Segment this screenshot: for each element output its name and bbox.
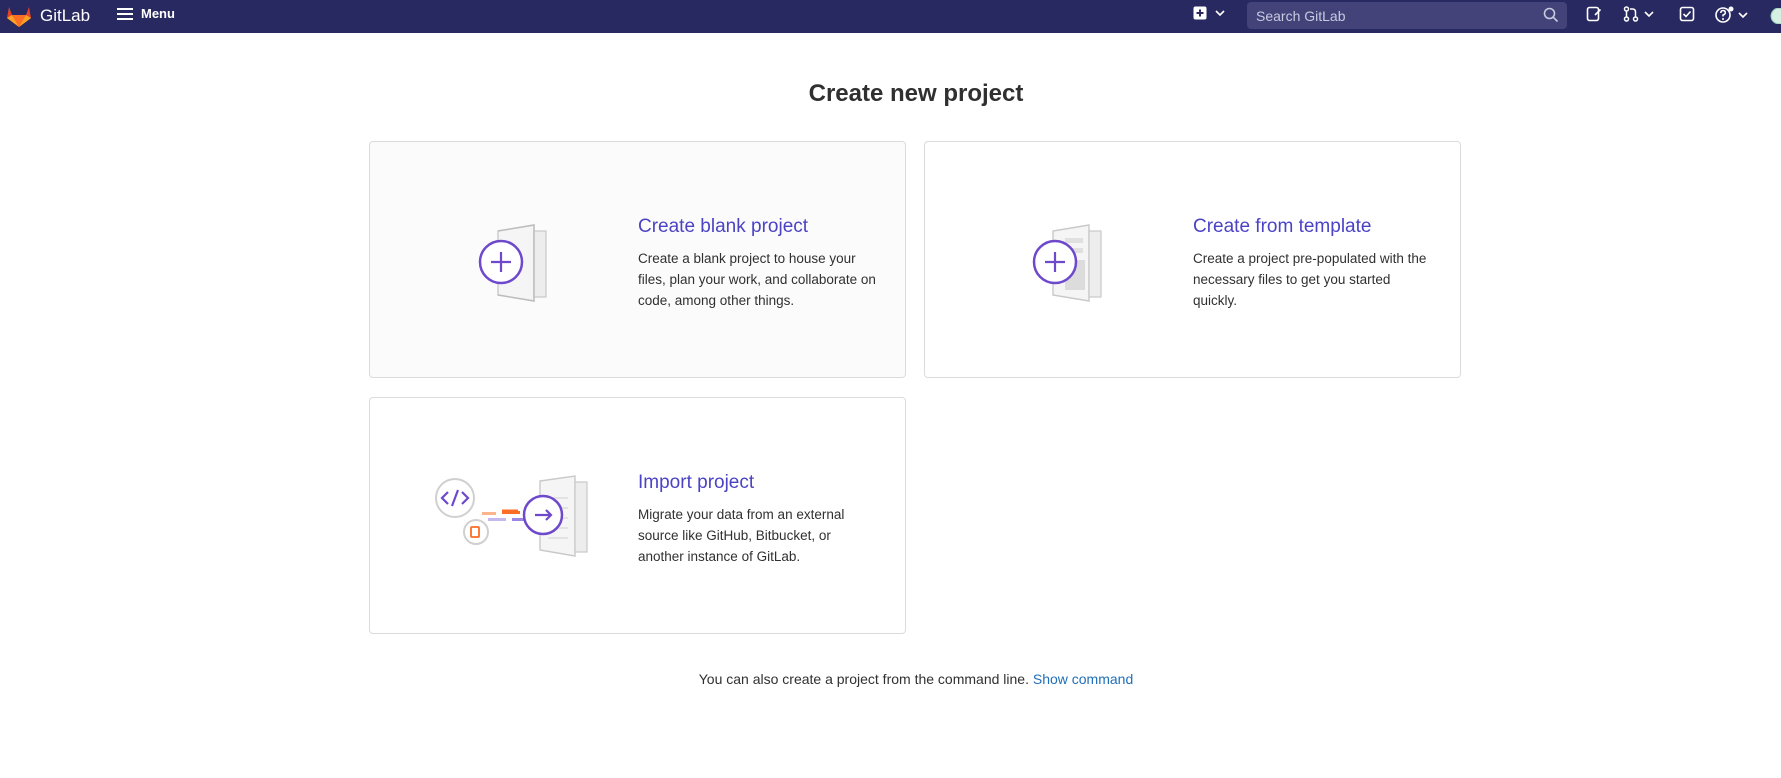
search-input[interactable]	[1247, 6, 1538, 25]
import-project-illustration	[435, 475, 588, 557]
new-item-dropdown[interactable]	[1193, 6, 1225, 20]
avatar[interactable]	[1769, 8, 1781, 24]
page-title: Create new project	[808, 80, 1024, 107]
chevron-down-icon	[1215, 10, 1225, 17]
gitlab-home-link[interactable]: GitLab	[6, 4, 90, 28]
issues-icon	[1586, 6, 1602, 22]
hamburger-icon	[117, 7, 133, 20]
import-project-text: Import project Migrate your data from an…	[638, 472, 878, 567]
chevron-down-icon	[1644, 11, 1654, 18]
template-project-illustration	[1032, 224, 1102, 302]
blank-project-illustration	[478, 224, 547, 302]
create-blank-project-card[interactable]: Create blank project Create a blank proj…	[369, 141, 906, 378]
todo-icon	[1679, 6, 1695, 22]
merge-requests-icon	[1623, 6, 1639, 22]
import-project-description: Migrate your data from an external sourc…	[638, 507, 845, 564]
brand-name: GitLab	[40, 6, 91, 25]
todo-button[interactable]	[1679, 6, 1695, 22]
help-dropdown[interactable]	[1715, 6, 1748, 24]
new-item-icon	[1193, 6, 1207, 20]
import-project-title[interactable]: Import project	[638, 472, 878, 494]
menu-label: Menu	[141, 6, 175, 21]
command-line-hint-text: You can also create a project from the c…	[698, 671, 1029, 687]
create-from-template-text: Create from template Create a project pr…	[1193, 216, 1433, 311]
import-project-card[interactable]: Import project Migrate your data from an…	[369, 397, 906, 634]
create-blank-project-title[interactable]: Create blank project	[638, 216, 878, 238]
create-blank-project-description: Create a blank project to house your fil…	[638, 251, 876, 308]
gitlab-logo-icon	[7, 7, 31, 27]
create-from-template-description: Create a project pre-populated with the …	[1193, 251, 1427, 308]
create-blank-project-text: Create blank project Create a blank proj…	[638, 216, 878, 311]
help-icon	[1715, 6, 1734, 23]
top-navbar: GitLab Menu	[0, 0, 1781, 33]
create-from-template-card[interactable]: Create from template Create a project pr…	[924, 141, 1461, 378]
show-command-link[interactable]: Show command	[1033, 671, 1133, 687]
create-from-template-title[interactable]: Create from template	[1193, 216, 1433, 238]
search-icon[interactable]	[1543, 7, 1559, 23]
issues-button[interactable]	[1586, 6, 1602, 22]
command-line-hint: You can also create a project from the c…	[0, 671, 1781, 687]
search-box[interactable]	[1247, 2, 1567, 29]
merge-requests-dropdown[interactable]	[1623, 6, 1654, 22]
menu-button[interactable]: Menu	[117, 6, 175, 21]
chevron-down-icon	[1738, 12, 1748, 19]
